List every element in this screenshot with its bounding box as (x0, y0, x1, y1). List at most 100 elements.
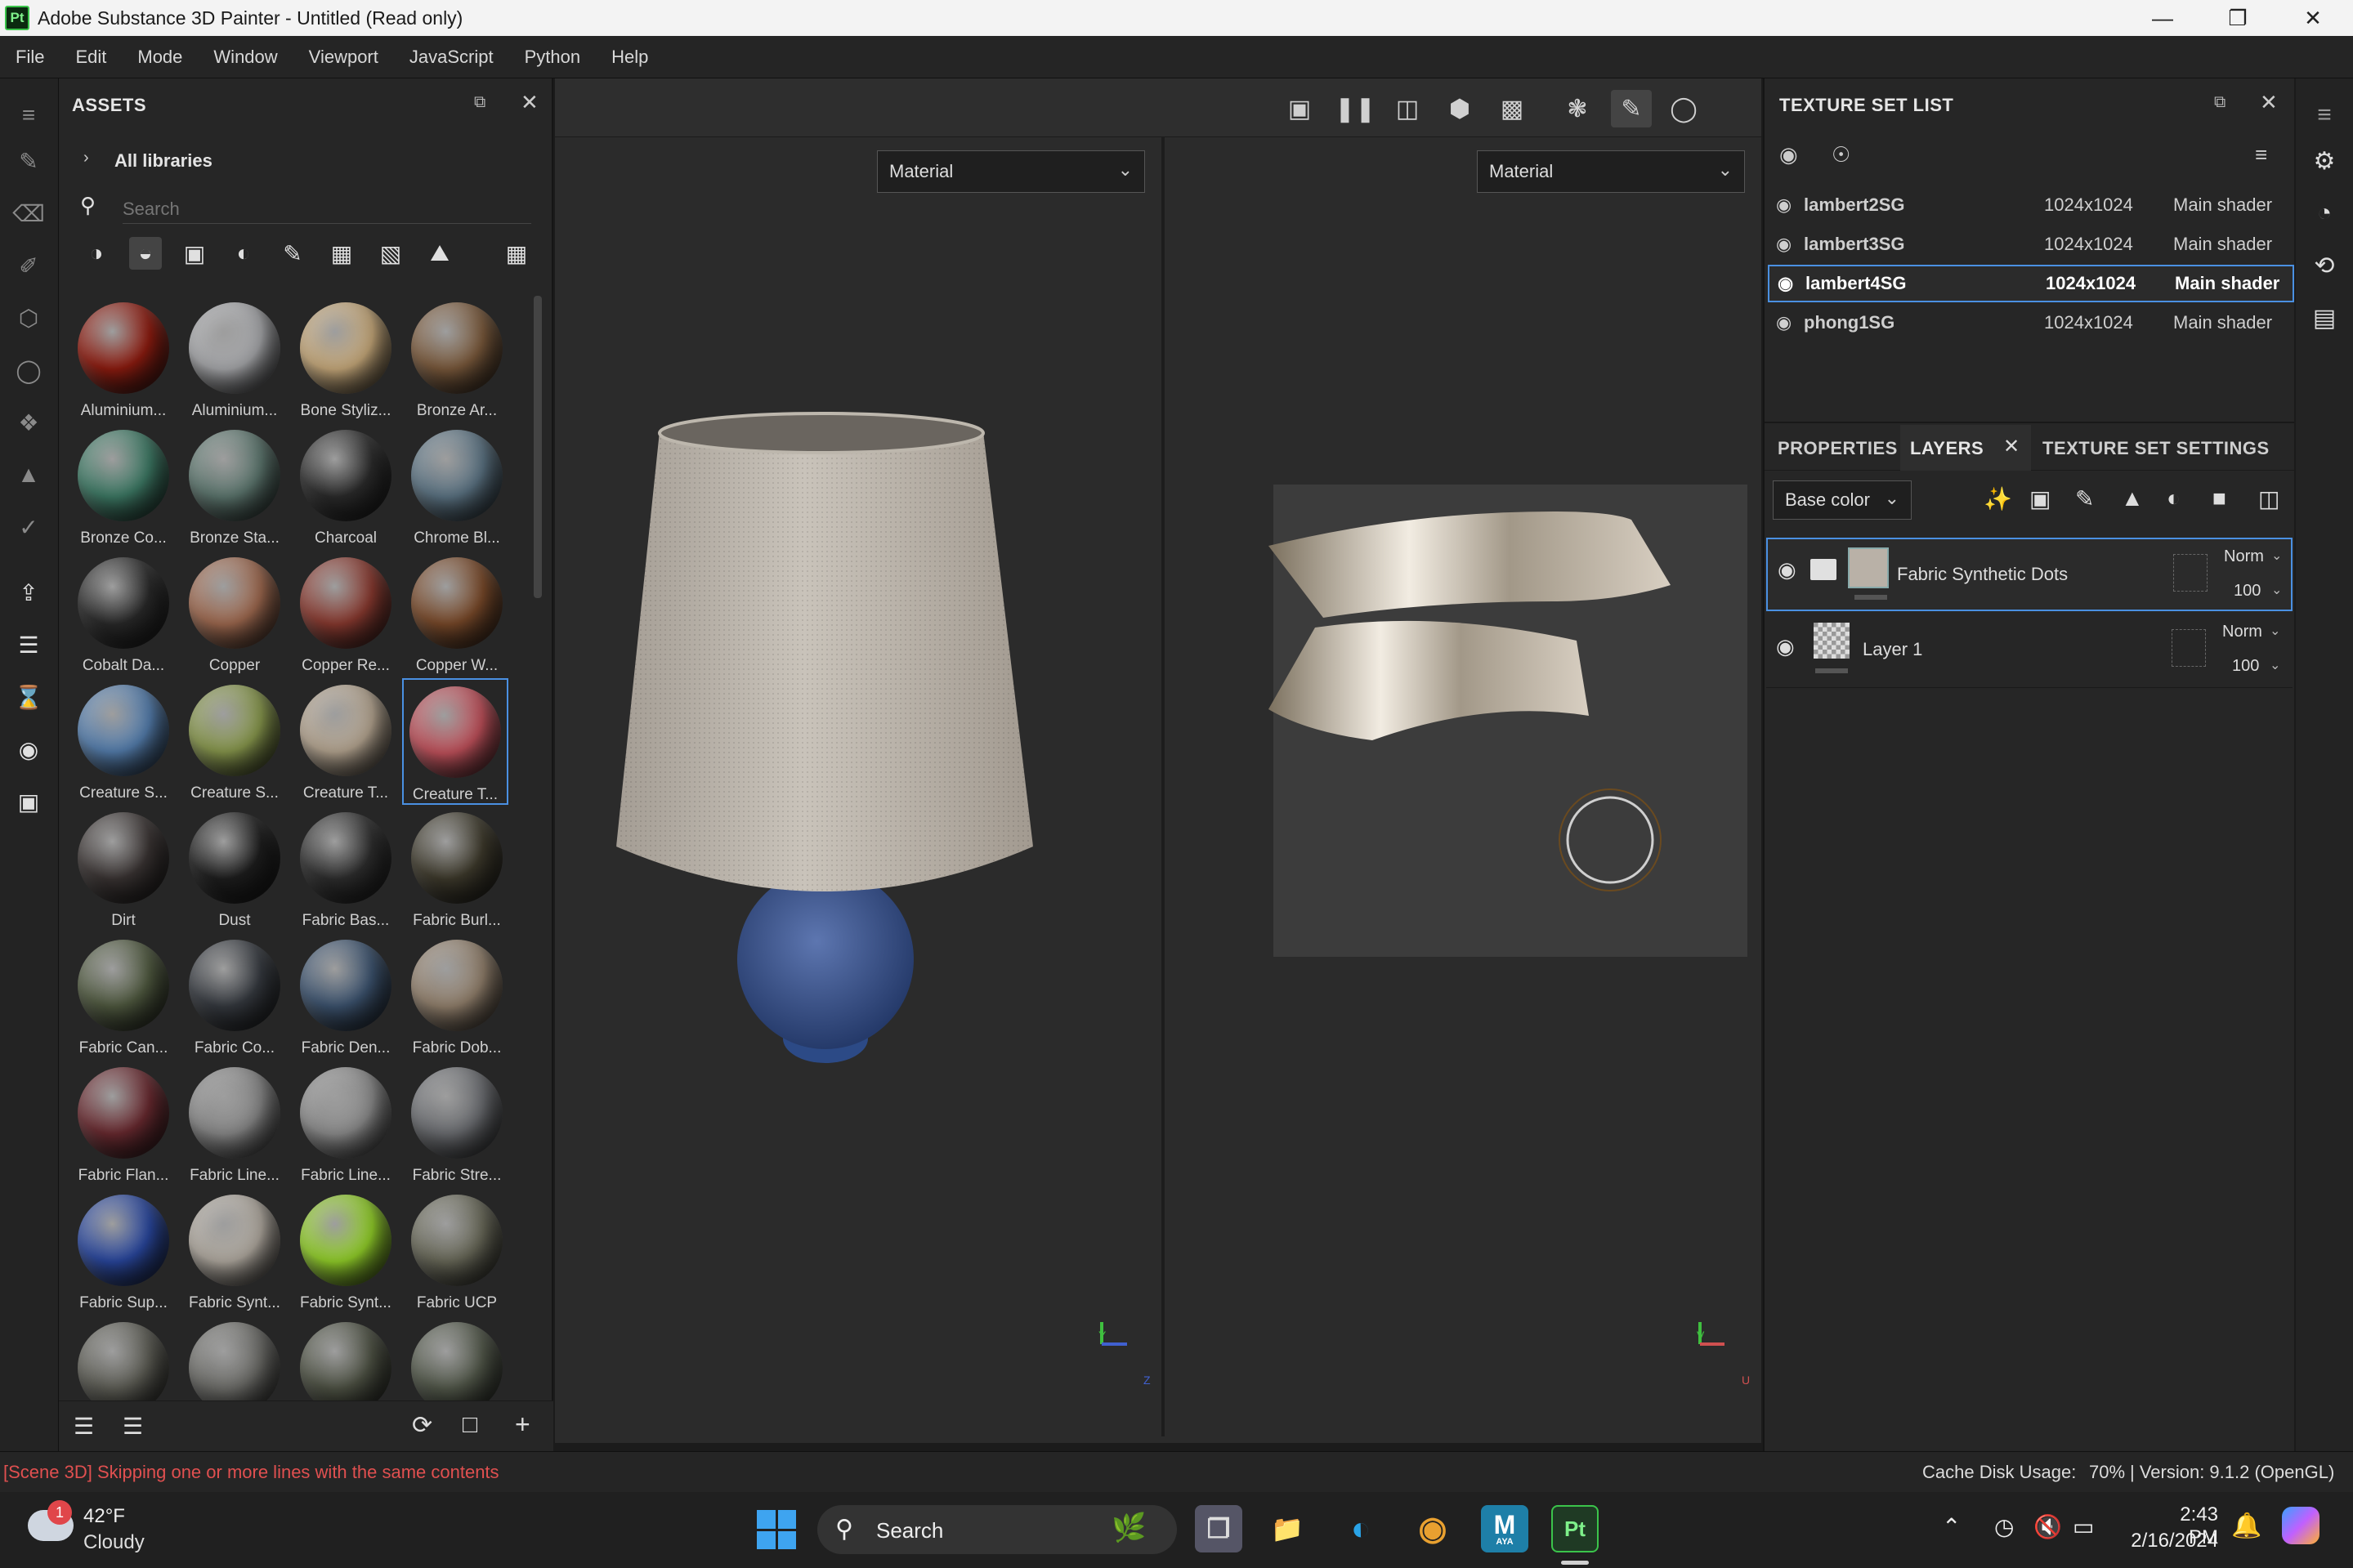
asset-item[interactable]: Creature S... (70, 678, 177, 802)
undock-icon[interactable]: ⧉ (2214, 93, 2226, 112)
asset-scrollbar[interactable] (534, 296, 542, 598)
asset-item[interactable]: Copper (181, 551, 288, 674)
weather-temp[interactable]: 42°F (83, 1505, 125, 1528)
eye-icon[interactable]: ◉ (1776, 194, 1792, 216)
asset-item[interactable]: Bronze Co... (70, 423, 177, 547)
blend-mode[interactable]: Norm (2224, 547, 2264, 566)
asset-item[interactable]: Fabric Burl... (404, 806, 510, 929)
environments-filter-icon[interactable]: ⛰ (423, 237, 456, 270)
add-icon[interactable]: + (515, 1409, 530, 1440)
mask-slot[interactable] (2172, 629, 2206, 667)
asset-item[interactable]: Fabric Synt... (181, 1188, 288, 1311)
asset-item[interactable]: Fabric Sup... (70, 1188, 177, 1311)
volume-muted-icon[interactable]: 🔇 (2033, 1513, 2062, 1540)
layer-row[interactable]: ◉ Layer 1 Norm ⌄ 100 ⌄ (1766, 614, 2293, 688)
2d-uv-view[interactable] (1165, 78, 1761, 1386)
add-fill-layer-icon[interactable]: ▲ (2121, 485, 2144, 511)
restore-button[interactable]: ❐ (2200, 0, 2275, 36)
asset-item[interactable]: Creature S... (181, 678, 288, 802)
texture-set-row[interactable]: ◉ phong1SG 1024x1024 Main shader (1768, 304, 2294, 342)
notification-bell-icon[interactable]: 🔔 (2231, 1512, 2261, 1540)
history-icon[interactable]: ⟲ (2307, 248, 2342, 283)
timer-icon[interactable]: ⌛ (11, 680, 46, 714)
breadcrumb[interactable]: All libraries (114, 150, 212, 172)
tab-texture-set-settings[interactable]: TEXTURE SET SETTINGS (2042, 438, 2270, 459)
stamp-tool-icon[interactable]: ▲ (11, 458, 46, 492)
list-settings-icon[interactable]: ☰ (74, 1413, 94, 1440)
hide-icon[interactable]: ▣ (1279, 90, 1320, 127)
close-icon[interactable]: ✕ (2003, 435, 2020, 458)
texture-set-shader[interactable]: Main shader (2175, 273, 2279, 294)
asset-item[interactable]: Fabric Bas... (293, 806, 399, 929)
viewport-left-mode-select[interactable]: Material ⌄ (877, 150, 1145, 193)
settings-icon[interactable]: ⚙ (2307, 144, 2342, 178)
log-icon[interactable]: ▤ (2307, 301, 2342, 335)
windows-start-icon[interactable] (757, 1510, 796, 1549)
textures-filter-icon[interactable]: ▦ (325, 237, 358, 270)
paint-mode-icon[interactable]: ✎ (1611, 90, 1652, 127)
add-folder-icon[interactable]: ■ (2212, 485, 2226, 511)
taskbar-search[interactable]: ⚲ Search 🌿 (817, 1505, 1177, 1554)
asset-item[interactable]: Fabric Line... (181, 1061, 288, 1184)
sort-icon[interactable]: ☰ (123, 1413, 143, 1440)
eraser-tool-icon[interactable]: ⌫ (11, 196, 46, 230)
asset-item[interactable]: Cobalt Da... (70, 551, 177, 674)
eye-icon[interactable]: ◉ (1776, 634, 1795, 659)
asset-item[interactable]: Copper W... (404, 551, 510, 674)
texture-set-shader[interactable]: Main shader (2173, 234, 2272, 255)
asset-item[interactable]: Aluminium... (181, 296, 288, 419)
display-settings-icon[interactable]: ◉ (11, 732, 46, 766)
undock-icon[interactable]: ⧉ (474, 93, 485, 112)
wifi-icon[interactable]: ◷ (1994, 1513, 2014, 1540)
export-icon[interactable]: ⇪ (11, 575, 46, 610)
asset-item[interactable]: Charcoal (293, 423, 399, 547)
environment-icon[interactable]: ◔ (2307, 196, 2342, 230)
add-mask-icon[interactable]: ▣ (2029, 485, 2051, 512)
menu-window[interactable]: Window (198, 47, 293, 68)
add-paint-layer-icon[interactable]: ✎ (2075, 485, 2094, 512)
shelf-icon[interactable]: ▣ (11, 784, 46, 819)
projection-tool-icon[interactable]: ✐ (11, 248, 46, 283)
asset-item[interactable]: Fabric Co... (181, 933, 288, 1057)
asset-item[interactable]: Creature T... (293, 678, 399, 802)
asset-item[interactable]: Aluminium... (70, 296, 177, 419)
copilot-icon[interactable] (2282, 1507, 2319, 1544)
asset-search-input[interactable] (123, 194, 531, 224)
layer-name[interactable]: Layer 1 (1863, 639, 1922, 660)
menu-file[interactable]: File (0, 47, 60, 68)
edge-icon[interactable]: ◐ (1337, 1505, 1385, 1552)
tab-properties[interactable]: PROPERTIES (1778, 438, 1898, 459)
chevron-right-icon[interactable]: › (83, 149, 89, 168)
minimize-button[interactable]: — (2125, 0, 2200, 36)
eye-icon[interactable]: ◉ (1776, 312, 1792, 333)
menu-viewport[interactable]: Viewport (293, 47, 394, 68)
asset-item[interactable]: Bronze Ar... (404, 296, 510, 419)
eye-icon[interactable]: ◉ (1778, 557, 1796, 583)
solo-icon[interactable]: ☉ (1832, 142, 1850, 168)
screenshot-icon[interactable]: ◯ (1663, 90, 1704, 127)
view-cube-icon[interactable]: ⬢ (1439, 90, 1480, 127)
opacity-value[interactable]: 100 (2234, 582, 2261, 601)
add-effect-icon[interactable]: ✨ (1984, 485, 2012, 512)
weather-desc[interactable]: Cloudy (83, 1531, 145, 1554)
maya-icon[interactable]: M AYA (1481, 1505, 1528, 1552)
texture-set-shader[interactable]: Main shader (2173, 312, 2272, 333)
delete-layer-icon[interactable]: ◫ (2258, 485, 2279, 512)
asset-item[interactable]: Copper Re... (293, 551, 399, 674)
grid-view-icon[interactable]: ▦ (500, 237, 533, 270)
chrome-icon[interactable]: ◉ (1409, 1505, 1456, 1552)
pause-icon[interactable]: ❚❚ (1335, 90, 1376, 127)
tab-layers[interactable]: LAYERS (1910, 438, 1984, 459)
clone-tool-icon[interactable]: ❖ (11, 405, 46, 440)
painter-icon[interactable]: Pt (1551, 1505, 1599, 1552)
materials-filter-icon[interactable]: ◑ (80, 237, 113, 270)
smart-mask-icon[interactable]: ◐ (2167, 485, 2181, 511)
battery-icon[interactable]: ▭ (2073, 1513, 2094, 1540)
close-icon[interactable]: ✕ (521, 90, 539, 115)
asset-item[interactable]: Chrome Bl... (404, 423, 510, 547)
visibility-toggle-icon[interactable]: ◉ (1779, 142, 1798, 168)
channel-select[interactable]: Base color ⌄ (1773, 480, 1912, 520)
asset-item[interactable]: Bone Styliz... (293, 296, 399, 419)
alphas-filter-icon[interactable]: ▧ (374, 237, 407, 270)
asset-item[interactable]: Fabric Line... (293, 1061, 399, 1184)
